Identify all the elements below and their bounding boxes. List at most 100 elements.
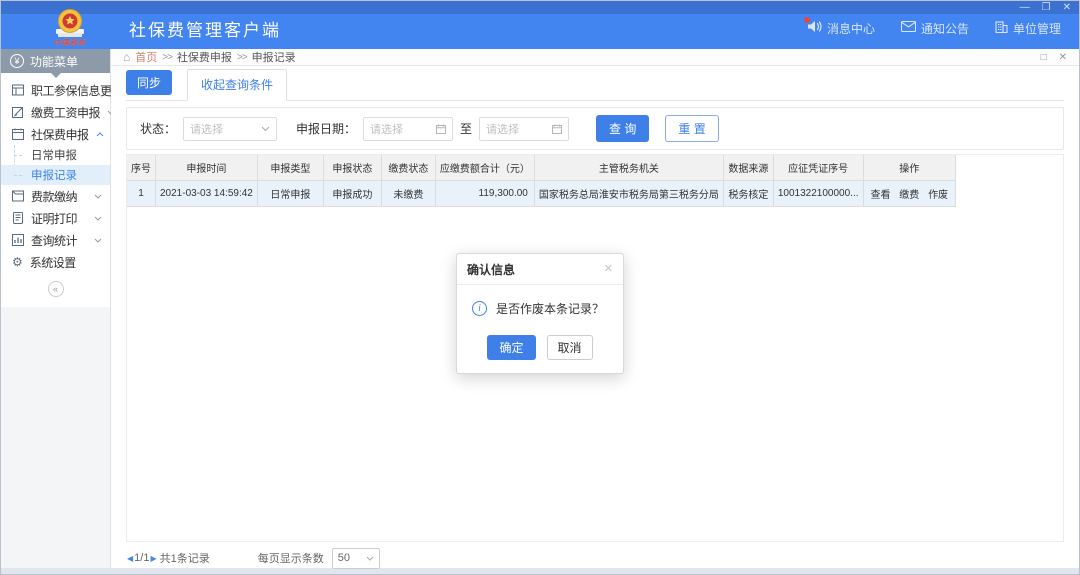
sidebar-item-certificate-print[interactable]: 证明打印 bbox=[1, 207, 110, 229]
pagination: ◀ 1/1 ▶ 共1条记录 每页显示条数 50 bbox=[126, 542, 1064, 574]
breadcrumb-home[interactable]: 首页 bbox=[135, 49, 157, 65]
date-from-value: 请选择 bbox=[370, 121, 403, 137]
speaker-icon bbox=[807, 20, 822, 36]
topbar: — ❐ ✕ 中国税务 社保费管理客户端 bbox=[1, 1, 1079, 49]
cancel-button[interactable]: 取消 bbox=[547, 335, 593, 360]
sidebar-menu: 职工参保信息更新 缴费工资申报 社保费申报 日常申报 bbox=[1, 73, 110, 307]
panel-restore-icon[interactable]: □ bbox=[1041, 52, 1047, 63]
sidebar-item-label: 社保费申报 bbox=[31, 126, 89, 143]
col-header-operations: 操作 bbox=[863, 155, 956, 181]
breadcrumb-level1[interactable]: 社保费申报 bbox=[177, 49, 232, 65]
breadcrumb-separator: >> bbox=[162, 52, 172, 63]
col-header-voucher-no: 应征凭证序号 bbox=[773, 155, 863, 181]
logo-text: 中国税务 bbox=[54, 38, 86, 48]
sidebar-item-wage-declare[interactable]: 缴费工资申报 bbox=[1, 101, 110, 123]
search-button[interactable]: 查 询 bbox=[596, 115, 649, 142]
maximize-icon[interactable]: ❐ bbox=[1042, 3, 1051, 13]
message-center-label: 消息中心 bbox=[827, 20, 875, 37]
records-table: 序号 申报时间 申报类型 申报状态 缴费状态 应缴费额合计（元） 主管税务机关 … bbox=[126, 154, 956, 207]
table-header-row: 序号 申报时间 申报类型 申报状态 缴费状态 应缴费额合计（元） 主管税务机关 … bbox=[127, 155, 956, 181]
collapse-query-tab[interactable]: 收起查询条件 bbox=[187, 69, 287, 101]
table-row[interactable]: 1 2021-03-03 14:59:42 日常申报 申报成功 未缴费 119,… bbox=[127, 181, 956, 207]
chevron-up-icon bbox=[96, 132, 104, 137]
chevron-down-icon bbox=[94, 194, 102, 199]
app-window: — ❐ ✕ 中国税务 社保费管理客户端 bbox=[0, 0, 1080, 575]
status-select[interactable]: 请选择 bbox=[183, 117, 277, 141]
col-header-seq: 序号 bbox=[127, 155, 156, 181]
dialog-close-icon[interactable]: ✕ bbox=[604, 264, 613, 275]
close-icon[interactable]: ✕ bbox=[1063, 3, 1071, 13]
pay-link[interactable]: 缴费 bbox=[899, 190, 919, 201]
cell-data-source: 税务核定 bbox=[723, 181, 773, 207]
cell-tax-authority: 国家税务总局淮安市税务局第三税务分局 bbox=[534, 181, 723, 207]
status-label: 状态： bbox=[140, 120, 176, 137]
sidebar-item-social-insurance-declare[interactable]: 社保费申报 bbox=[1, 123, 110, 145]
sidebar: ¥ 功能菜单 职工参保信息更新 缴费工资申报 社保费申报 bbox=[1, 49, 111, 568]
col-header-tax-authority: 主管税务机关 bbox=[534, 155, 723, 181]
minimize-icon[interactable]: — bbox=[1020, 3, 1030, 13]
calendar-icon bbox=[552, 124, 562, 134]
home-icon: ⌂ bbox=[123, 50, 130, 64]
view-link[interactable]: 查看 bbox=[871, 190, 891, 201]
per-page-select[interactable]: 50 bbox=[332, 548, 380, 569]
sidebar-collapse-button[interactable]: « bbox=[48, 281, 64, 297]
notification-badge bbox=[804, 17, 810, 23]
calendar-icon bbox=[436, 124, 446, 134]
total-records: 共1条记录 bbox=[160, 550, 210, 566]
breadcrumb: ⌂ 首页 >> 社保费申报 >> 申报记录 □ ✕ bbox=[111, 49, 1079, 66]
topbar-actions: 消息中心 通知公告 单位管理 bbox=[807, 20, 1061, 37]
sidebar-item-fee-payment[interactable]: 费款缴纳 bbox=[1, 185, 110, 207]
sidebar-item-label: 查询统计 bbox=[31, 232, 87, 249]
notice-label: 通知公告 bbox=[921, 20, 969, 37]
chevron-down-icon bbox=[261, 126, 270, 132]
col-header-declare-type: 申报类型 bbox=[257, 155, 323, 181]
prev-page-icon[interactable]: ◀ bbox=[127, 554, 133, 563]
void-link[interactable]: 作废 bbox=[928, 190, 948, 201]
sidebar-item-label: 系统设置 bbox=[30, 254, 102, 271]
sidebar-item-system-settings[interactable]: ⚙ 系统设置 bbox=[1, 251, 110, 273]
sidebar-item-query-statistics[interactable]: 查询统计 bbox=[1, 229, 110, 251]
cell-declare-status: 申报成功 bbox=[323, 181, 381, 207]
date-to-label: 至 bbox=[460, 120, 472, 137]
submenu-social-insurance-declare: 日常申报 申报记录 bbox=[1, 145, 110, 185]
chevron-down-icon bbox=[366, 556, 374, 561]
next-page-icon[interactable]: ▶ bbox=[150, 554, 156, 563]
status-select-value: 请选择 bbox=[190, 121, 223, 137]
sidebar-subitem-declare-records[interactable]: 申报记录 bbox=[1, 165, 110, 185]
cell-declare-type: 日常申报 bbox=[257, 181, 323, 207]
payment-icon bbox=[12, 190, 24, 202]
breadcrumb-separator: >> bbox=[237, 52, 247, 63]
calendar-icon bbox=[12, 128, 24, 140]
date-to-input[interactable]: 请选择 bbox=[479, 117, 569, 141]
yen-circle-icon: ¥ bbox=[10, 54, 24, 68]
tax-emblem-icon bbox=[53, 8, 87, 40]
breadcrumb-level2[interactable]: 申报记录 bbox=[252, 49, 296, 65]
notice-button[interactable]: 通知公告 bbox=[901, 20, 969, 37]
tab-row: 同步 收起查询条件 bbox=[126, 74, 1064, 101]
dialog-message: 是否作废本条记录？ bbox=[496, 300, 604, 317]
collapse-icon: « bbox=[53, 284, 58, 294]
sidebar-subitem-daily-declare[interactable]: 日常申报 bbox=[1, 145, 110, 165]
dialog-body: i 是否作废本条记录？ bbox=[457, 285, 623, 325]
panel-close-icon[interactable]: ✕ bbox=[1059, 52, 1067, 63]
cell-seq: 1 bbox=[127, 181, 156, 207]
chevron-down-icon bbox=[94, 238, 102, 243]
window-controls: — ❐ ✕ bbox=[1020, 1, 1071, 14]
date-from-input[interactable]: 请选择 bbox=[363, 117, 453, 141]
message-center-button[interactable]: 消息中心 bbox=[807, 20, 875, 37]
col-header-data-source: 数据来源 bbox=[723, 155, 773, 181]
sidebar-item-employee-info-update[interactable]: 职工参保信息更新 bbox=[1, 79, 110, 101]
app-title: 社保费管理客户端 bbox=[129, 16, 281, 41]
reset-button[interactable]: 重 置 bbox=[665, 115, 718, 142]
confirm-button[interactable]: 确定 bbox=[487, 335, 535, 360]
per-page-value: 50 bbox=[338, 552, 350, 564]
unit-management-button[interactable]: 单位管理 bbox=[995, 20, 1061, 37]
filter-bar: 状态： 请选择 申报日期： 请选择 至 请选择 查 询 bbox=[126, 107, 1064, 150]
per-page-label: 每页显示条数 bbox=[258, 550, 324, 566]
mail-icon bbox=[901, 21, 916, 35]
panel-controls: □ ✕ bbox=[1041, 52, 1067, 63]
menu-footer bbox=[1, 297, 110, 307]
sidebar-item-label: 职工参保信息更新 bbox=[31, 82, 123, 99]
sidebar-header: ¥ 功能菜单 bbox=[1, 49, 110, 73]
sync-button[interactable]: 同步 bbox=[126, 70, 172, 95]
